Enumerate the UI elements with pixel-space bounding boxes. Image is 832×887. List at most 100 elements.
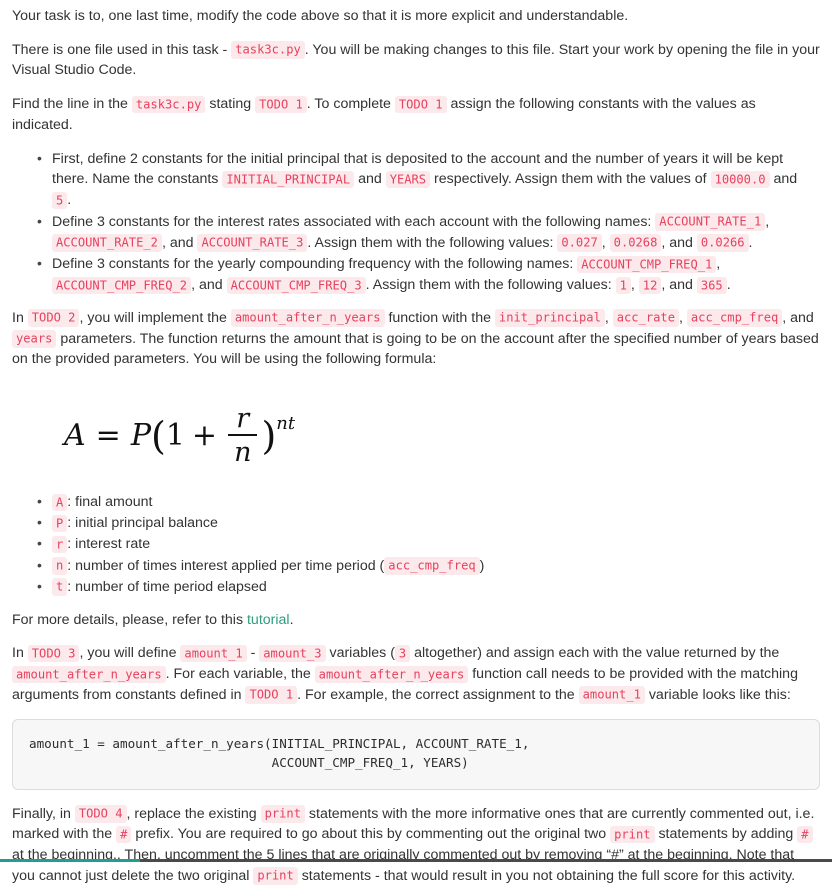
todo3-text-e: altogether) and assign each with the val… bbox=[410, 645, 780, 662]
amount3-chip: amount_3 bbox=[259, 644, 326, 663]
formula-principal: P bbox=[130, 417, 151, 453]
bullet2-code4: 0.027 bbox=[557, 234, 602, 252]
file-name-chip-2: task3c.py bbox=[131, 95, 206, 114]
find-text-1: Find the line in the bbox=[12, 96, 132, 113]
function-name-chip-2: amount_after_n_years bbox=[12, 665, 166, 684]
bullet2-text3: , and bbox=[161, 234, 198, 251]
bullet2-text7: . bbox=[748, 234, 753, 251]
todo4-text-g: statements - that would result in you no… bbox=[297, 867, 796, 884]
todo4-text-d: prefix. You are required to go about thi… bbox=[131, 826, 611, 843]
bullet2-code1: ACCOUNT_RATE_1 bbox=[655, 213, 766, 231]
todo2-text-e: , bbox=[679, 309, 687, 326]
bullet2-code2: ACCOUNT_RATE_2 bbox=[52, 234, 162, 252]
todo4-paragraph: Finally, in TODO 4, replace the existing… bbox=[12, 804, 820, 887]
bullet1-code1: INITIAL_PRINCIPAL bbox=[222, 170, 355, 189]
todo3-text-h: . For example, the correct assignment to… bbox=[297, 686, 579, 703]
bullet1-text5: . bbox=[67, 192, 72, 209]
bullet2-text6: , and bbox=[661, 234, 697, 251]
constants-bullet-list: First, define 2 constants for the initia… bbox=[12, 148, 820, 296]
bullet1-text4: and bbox=[769, 171, 798, 188]
symbol-A-chip: A bbox=[52, 493, 68, 512]
bullet1-text2: and bbox=[354, 171, 386, 188]
symbol-r-text: : interest rate bbox=[67, 536, 151, 553]
symbol-n-tail: ) bbox=[479, 557, 485, 574]
symbol-P-text: : initial principal balance bbox=[67, 515, 218, 532]
bullet2-text5: , bbox=[601, 234, 610, 251]
acc-cmp-freq-chip: acc_cmp_freq bbox=[384, 557, 480, 575]
bullet3-text4: . Assign them with the following values: bbox=[365, 277, 616, 294]
file-name-chip: task3c.py bbox=[231, 41, 305, 59]
todo2-text-a: In bbox=[12, 309, 28, 326]
list-item: A: final amount bbox=[37, 491, 820, 513]
amount1-chip: amount_1 bbox=[180, 644, 247, 663]
todo3-chip: TODO 3 bbox=[27, 644, 80, 663]
bullet2-code3: ACCOUNT_RATE_3 bbox=[197, 234, 308, 252]
bullet2-code5: 0.0268 bbox=[609, 234, 662, 252]
example-code-block: amount_1 = amount_after_n_years(INITIAL_… bbox=[12, 718, 820, 790]
symbol-t-text: : number of time period elapsed bbox=[67, 578, 267, 595]
bullet1-code2: YEARS bbox=[385, 170, 431, 189]
todo4-text-e: statements by adding bbox=[654, 826, 798, 843]
bullet3-code5: 12 bbox=[638, 276, 662, 295]
formula-lhs: A bbox=[64, 417, 86, 453]
symbol-n-text: : number of times interest applied per t… bbox=[67, 557, 385, 574]
bullet1-code4: 5 bbox=[52, 191, 68, 210]
tutorial-link[interactable]: tutorial bbox=[247, 612, 290, 628]
formula-plus: + bbox=[191, 417, 218, 453]
list-item: r: interest rate bbox=[37, 533, 820, 555]
find-text-3: . To complete bbox=[306, 96, 395, 113]
file-paragraph: There is one file used in this task - ta… bbox=[12, 40, 820, 81]
bullet1-code3: 10000.0 bbox=[710, 170, 770, 189]
bullet3-code6: 365 bbox=[696, 276, 727, 295]
todo1-chip-b: TODO 1 bbox=[394, 95, 447, 114]
todo2-text-c: function with the bbox=[384, 309, 495, 326]
function-name-chip-3: amount_after_n_years bbox=[314, 665, 469, 684]
list-item: Define 3 constants for the yearly compou… bbox=[37, 253, 820, 295]
todo4-text-b: , replace the existing bbox=[126, 805, 261, 822]
todo2-text-g: parameters. The function returns the amo… bbox=[12, 330, 819, 368]
bullet3-text2: , bbox=[716, 256, 721, 273]
param-acc-rate-chip: acc_rate bbox=[612, 309, 679, 327]
todo3-text-d: variables ( bbox=[325, 645, 395, 662]
formula-close-paren: ) bbox=[261, 414, 277, 459]
todo2-paragraph: In TODO 2, you will implement the amount… bbox=[12, 308, 820, 370]
formula-expression: A = P ( 1 + r n ) nt bbox=[12, 405, 820, 466]
variable-definition-list: A: final amount P: initial principal bal… bbox=[12, 491, 820, 598]
todo3-text-a: In bbox=[12, 645, 28, 662]
todo1-chip-a: TODO 1 bbox=[255, 95, 307, 114]
symbol-A-text: : final amount bbox=[67, 494, 153, 511]
file-text-before: There is one file used in this task - bbox=[12, 41, 232, 58]
param-years-chip: years bbox=[12, 330, 57, 348]
todo3-text-b: , you will define bbox=[79, 645, 181, 662]
bullet3-code2: ACCOUNT_CMP_FREQ_2 bbox=[52, 276, 192, 295]
todo2-text-d: , bbox=[604, 309, 613, 326]
formula-one: 1 bbox=[165, 417, 185, 453]
formula-denominator: n bbox=[234, 437, 252, 469]
todo2-text-b: , you will implement the bbox=[79, 309, 231, 326]
bullet2-code6: 0.0266 bbox=[696, 234, 749, 252]
list-item: n: number of times interest applied per … bbox=[37, 555, 820, 577]
formula-exponent: nt bbox=[276, 412, 296, 434]
print-chip-3: print bbox=[253, 867, 298, 885]
find-text-2: stating bbox=[205, 96, 256, 113]
bullet3-text5: , bbox=[630, 277, 639, 294]
bullet2-text2: , bbox=[765, 213, 770, 230]
bullet3-text3: , and bbox=[191, 277, 227, 294]
bullet1-text3: respectively. Assign them with the value… bbox=[430, 171, 711, 188]
symbol-P-chip: P bbox=[52, 514, 68, 533]
amount1-chip-2: amount_1 bbox=[578, 686, 645, 704]
todo2-chip: TODO 2 bbox=[27, 309, 80, 327]
bullet3-text7: . bbox=[726, 277, 731, 294]
formula-fraction: r n bbox=[228, 405, 258, 469]
tutorial-text-after: . bbox=[289, 611, 294, 628]
tutorial-text-before: For more details, please, refer to this bbox=[12, 611, 247, 628]
list-item: t: number of time period elapsed bbox=[37, 576, 820, 598]
intro-line1: Your task is to, one last time, modify t… bbox=[12, 8, 629, 24]
function-name-chip: amount_after_n_years bbox=[230, 309, 385, 327]
symbol-t-chip: t bbox=[52, 578, 68, 596]
hash-chip-2: # bbox=[797, 825, 813, 844]
bullet2-text4: . Assign them with the following values: bbox=[307, 234, 558, 251]
todo2-text-f: , and bbox=[782, 309, 814, 326]
bullet3-code4: 1 bbox=[615, 276, 631, 295]
bullet3-code1: ACCOUNT_CMP_FREQ_1 bbox=[577, 255, 717, 274]
